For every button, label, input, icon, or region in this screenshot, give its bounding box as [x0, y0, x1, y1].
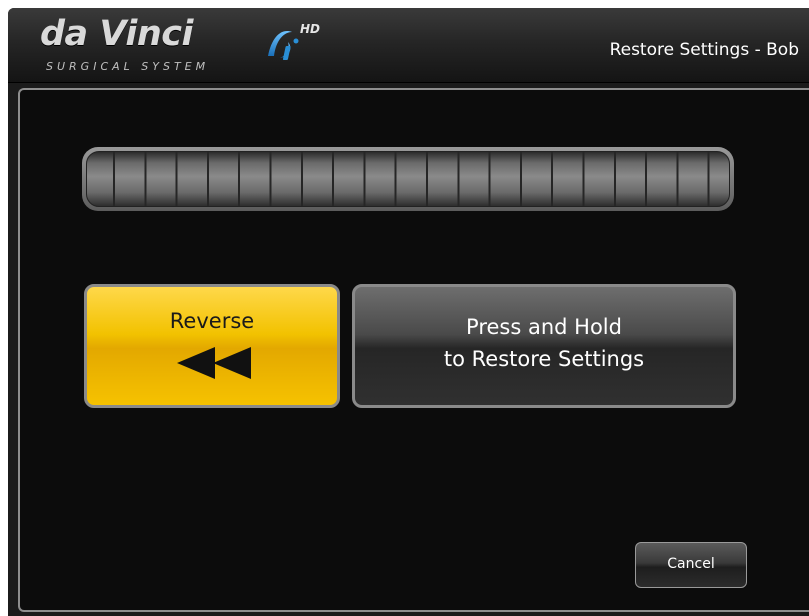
restore-button-label-line1: Press and Hold — [466, 315, 622, 339]
page-title: Restore Settings - Bob — [609, 40, 799, 60]
rewind-icon — [177, 347, 251, 379]
da-vinci-logo: da Vinci HD SURGICAL SYSTEM — [40, 14, 340, 76]
restore-button-label-line2: to Restore Settings — [443, 347, 645, 371]
si-logo-icon — [268, 31, 299, 60]
restore-progress-bar — [82, 147, 734, 211]
header-bar: da Vinci HD SURGICAL SYSTEM Restore Sett… — [8, 8, 809, 83]
logo-subtitle: SURGICAL SYSTEM — [46, 60, 210, 73]
cancel-button[interactable]: Cancel — [635, 542, 747, 588]
progress-track — [86, 151, 730, 207]
cancel-button-label: Cancel — [667, 556, 715, 572]
logo-text: da Vinci — [40, 14, 194, 54]
reverse-button[interactable]: Reverse — [84, 284, 340, 408]
reverse-button-label: Reverse — [169, 309, 255, 333]
logo-hd-mark: HD — [300, 22, 321, 36]
press-and-hold-restore-button[interactable]: Press and Hold to Restore Settings — [352, 284, 736, 408]
